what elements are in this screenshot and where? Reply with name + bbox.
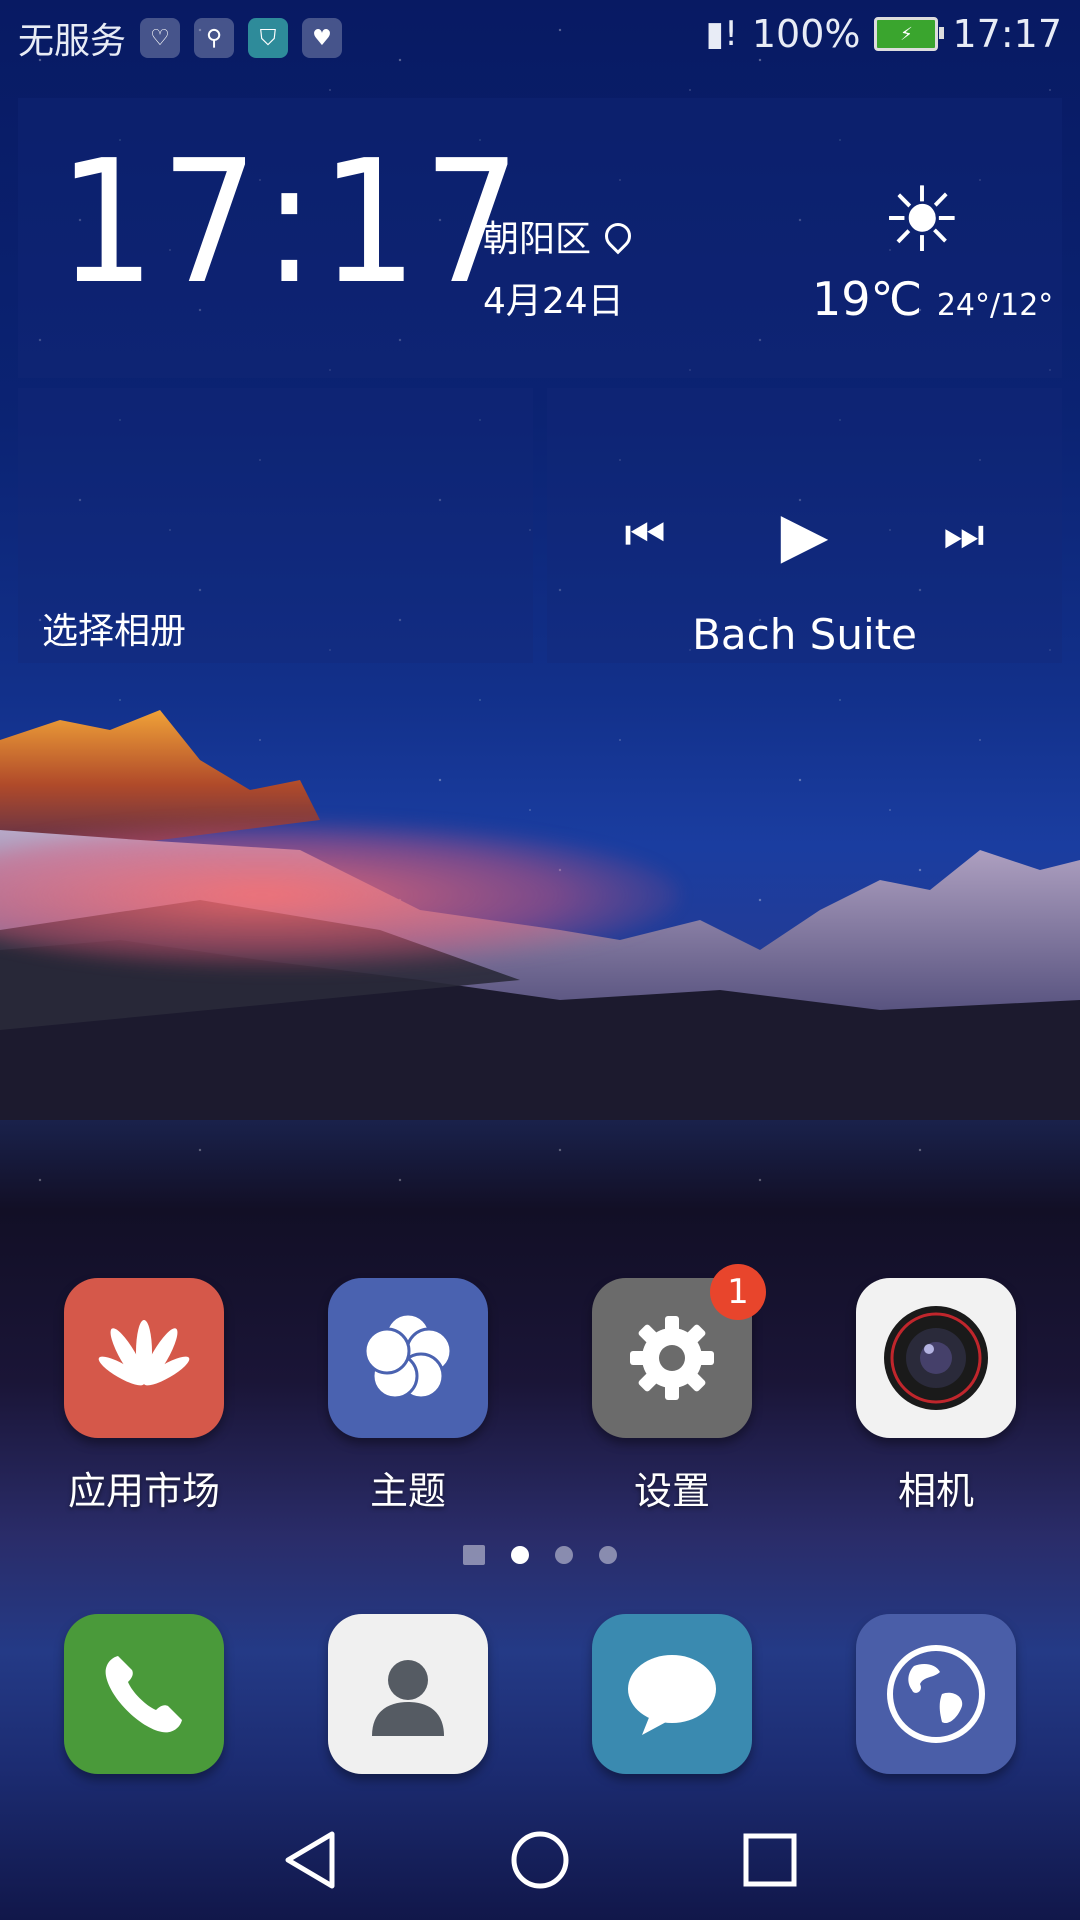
- temperature-range: 24°/12°: [936, 288, 1054, 323]
- app-label: 应用市场: [67, 1469, 220, 1513]
- carrier-label: 无服务: [18, 21, 127, 62]
- page-dot[interactable]: [599, 1546, 617, 1564]
- location-pin-icon: [599, 217, 637, 255]
- current-temperature: 19℃: [812, 272, 923, 326]
- sim-alert-icon: ▮!: [705, 14, 738, 54]
- music-widget: ⏮ ▶ ⏭ Bach Suite: [547, 388, 1062, 663]
- battery-percent: 100%: [751, 12, 861, 56]
- district-label: 朝阳区: [483, 219, 592, 260]
- pinwheel-icon[interactable]: [328, 1278, 488, 1438]
- message-icon[interactable]: [592, 1614, 752, 1774]
- app-label: 相机: [897, 1469, 974, 1513]
- camera-lens-icon[interactable]: [856, 1278, 1016, 1438]
- gear-icon[interactable]: 1: [592, 1264, 766, 1438]
- location-date[interactable]: 朝阳区 4月24日: [483, 210, 637, 324]
- back-button[interactable]: [280, 1830, 340, 1890]
- page-indicator[interactable]: [0, 1545, 1080, 1565]
- globe-icon[interactable]: [856, 1614, 1016, 1774]
- app-label: 主题: [369, 1469, 446, 1513]
- app-appgallery[interactable]: 应用市场: [44, 1278, 244, 1515]
- notification-badge: 1: [710, 1264, 766, 1320]
- date-label: 4月24日: [483, 281, 624, 322]
- clock-weather-widget[interactable]: 17:17 朝阳区 4月24日 ☀ 19℃ 24°/12°: [18, 98, 1062, 378]
- navigation-bar: [0, 1800, 1080, 1920]
- huawei-logo-icon[interactable]: [64, 1278, 224, 1438]
- phone-icon[interactable]: [64, 1614, 224, 1774]
- home-page-icon[interactable]: [463, 1545, 485, 1565]
- shield-icon: ⛉: [248, 18, 289, 58]
- app-camera[interactable]: 相机: [836, 1278, 1036, 1515]
- recents-button[interactable]: [740, 1830, 800, 1890]
- contact-icon[interactable]: [328, 1614, 488, 1774]
- status-bar: 无服务 ♡ ⚲ ⛉ ♥ ▮! 100% ⚡ 17:17: [0, 0, 1080, 72]
- select-album-label[interactable]: 选择相册: [42, 602, 186, 654]
- weather[interactable]: ☀ 19℃ 24°/12°: [812, 168, 1053, 327]
- usb-icon: ⚲: [194, 18, 235, 58]
- battery-charging-icon: ⚡: [874, 17, 945, 51]
- track-title: Bach Suite: [692, 610, 917, 659]
- album-widget[interactable]: 选择相册: [18, 388, 533, 663]
- heart-icon: ♥: [302, 18, 343, 58]
- pulse-icon: ♡: [140, 18, 181, 58]
- app-themes[interactable]: 主题: [308, 1278, 508, 1515]
- home-button[interactable]: [510, 1830, 570, 1890]
- app-label: 设置: [633, 1469, 710, 1513]
- previous-track-button[interactable]: ⏮: [624, 507, 665, 563]
- sun-icon: ☀: [881, 168, 963, 273]
- play-button[interactable]: ▶: [781, 498, 829, 571]
- status-time: 17:17: [952, 12, 1062, 56]
- page-dot[interactable]: [555, 1546, 573, 1564]
- clock-time[interactable]: 17:17: [58, 138, 526, 308]
- page-dot-active[interactable]: [511, 1546, 529, 1564]
- next-track-button[interactable]: ⏭: [943, 507, 984, 563]
- app-settings[interactable]: 1 设置: [572, 1264, 772, 1515]
